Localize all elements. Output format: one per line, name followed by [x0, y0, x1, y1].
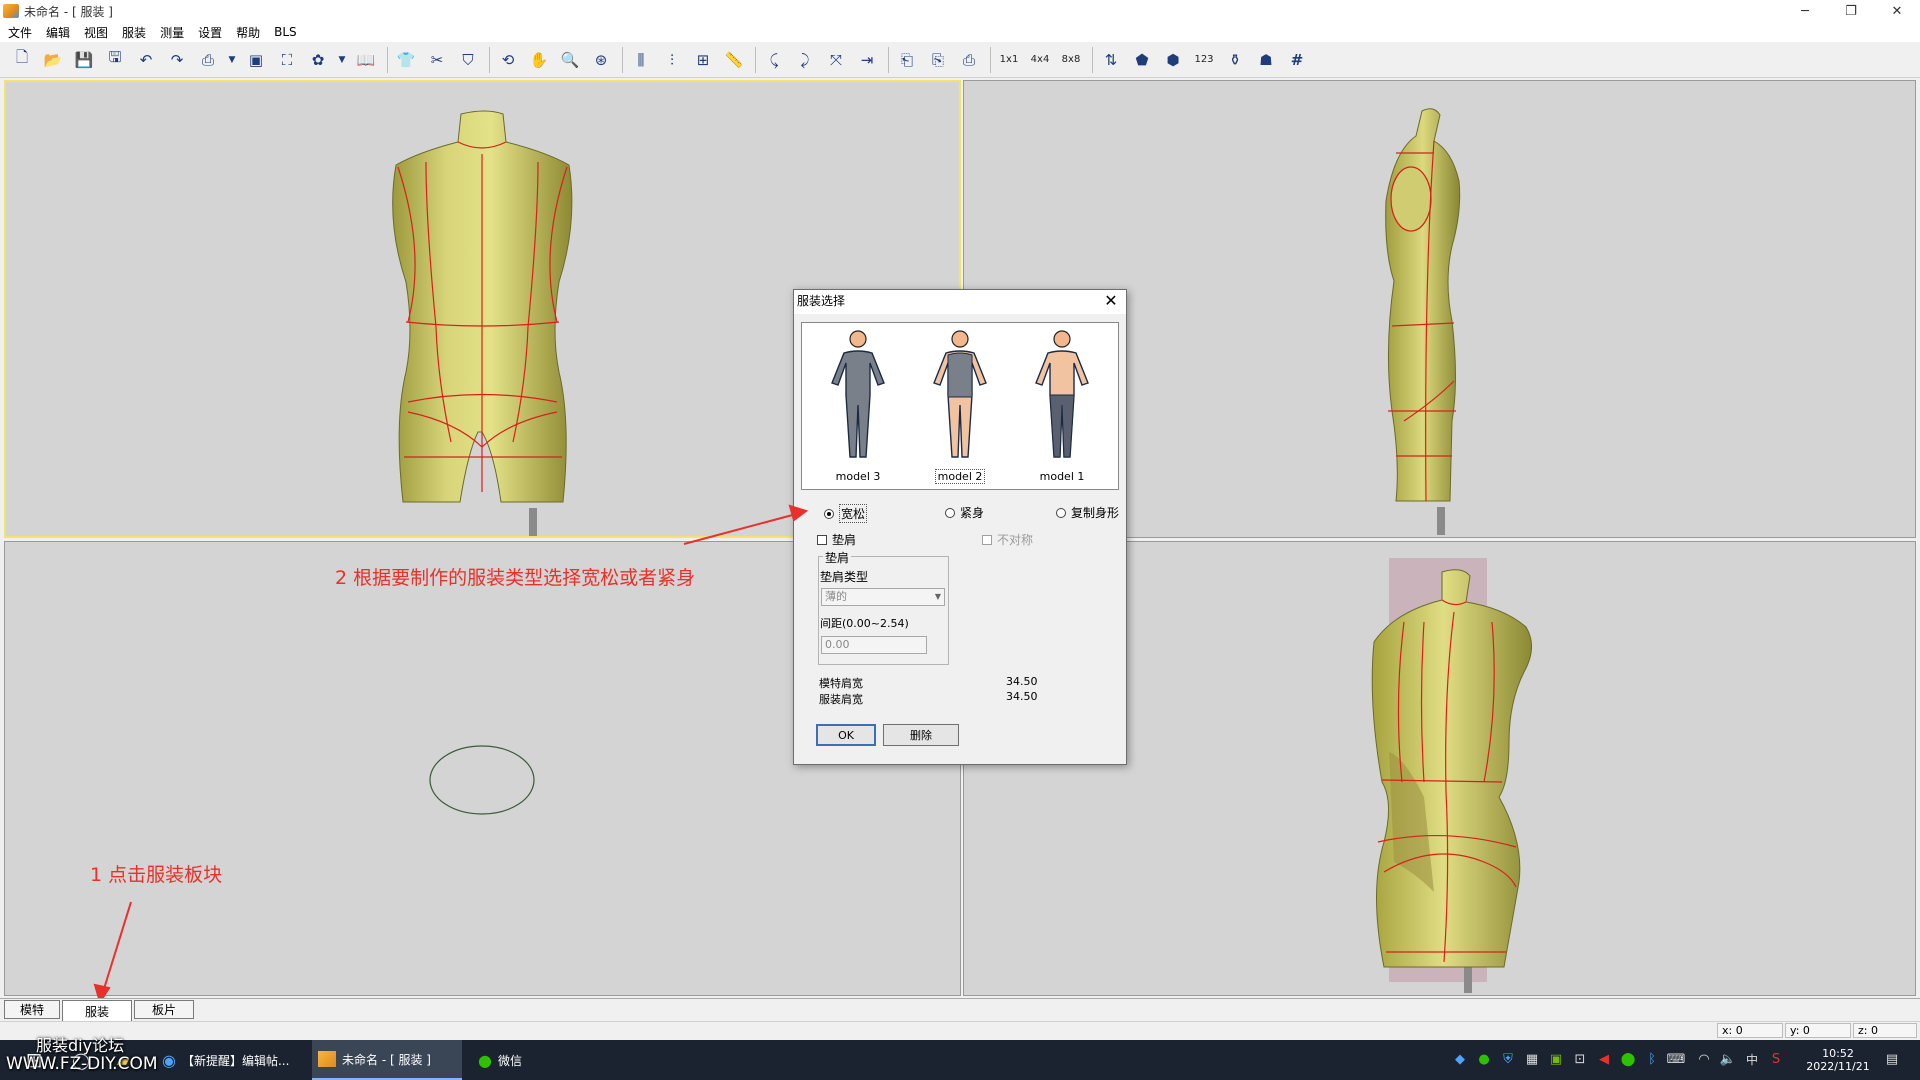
status-y: y: 0: [1785, 1023, 1851, 1038]
taskbar-item-label: 【新提醒】编辑帖...: [181, 1053, 290, 1068]
tab-garment[interactable]: 服装: [62, 1000, 132, 1021]
wechat-icon: ●: [478, 1050, 492, 1070]
status-z: z: 0: [1853, 1023, 1917, 1038]
annotation-step1: 1 点击服装板块: [90, 864, 223, 886]
shield-icon[interactable]: ⛨: [1500, 1051, 1516, 1067]
taskbar-item-browser[interactable]: ◉ 【新提醒】编辑帖...: [156, 1040, 306, 1080]
keyboard-icon[interactable]: ⌨: [1667, 1051, 1686, 1067]
tab-model[interactable]: 模特: [4, 1000, 60, 1019]
ime-indicator[interactable]: 中: [1744, 1051, 1760, 1067]
cloud-icon[interactable]: ◆: [1452, 1051, 1468, 1067]
clock-date: 2022/11/21: [1806, 1060, 1870, 1073]
wechat-tray-icon[interactable]: ●: [1476, 1051, 1492, 1067]
notification-icon[interactable]: ▤: [1884, 1051, 1900, 1067]
arrow-head-step2: [788, 504, 809, 522]
status-bar: x: 0 y: 0 z: 0: [0, 1021, 1920, 1039]
watermark-line2: WWW.FZ-DIY.COM: [6, 1054, 158, 1074]
volume-mute-icon[interactable]: ◀: [1596, 1051, 1612, 1067]
browser-icon: ◉: [162, 1050, 176, 1070]
network-icon[interactable]: ▦: [1524, 1051, 1540, 1067]
clock-time: 10:52: [1822, 1047, 1854, 1060]
speaker-icon[interactable]: 🔈: [1720, 1051, 1736, 1067]
arrow-line-step1: [102, 901, 132, 993]
taskbar-item-label: 未命名 - [ 服装 ]: [342, 1052, 431, 1067]
taskbar-item-app[interactable]: 未命名 - [ 服装 ]: [312, 1040, 462, 1080]
bluetooth-icon[interactable]: ᛒ: [1644, 1051, 1660, 1067]
arrow-line-step2: [683, 512, 801, 545]
nvidia-icon[interactable]: ▣: [1548, 1051, 1564, 1067]
tab-pattern-pieces[interactable]: 板片: [134, 1000, 194, 1019]
taskbar-item-wechat[interactable]: ● 微信: [472, 1040, 622, 1080]
annotation-arrows: [93, 504, 809, 1005]
app-window: 未命名 - [ 服装 ] ─ ❐ ✕ 文件 编辑 视图 服装 测量 设置 帮助 …: [0, 0, 1920, 1080]
status-x: x: 0: [1717, 1023, 1783, 1038]
tab-bar: 模特 服装 板片: [0, 998, 1920, 1021]
clock[interactable]: 10:52 2022/11/21: [1796, 1040, 1880, 1080]
media-icon[interactable]: ⊡: [1572, 1051, 1588, 1067]
security-icon[interactable]: ⬤: [1620, 1051, 1636, 1067]
taskbar-item-label: 微信: [497, 1053, 522, 1068]
sogou-icon[interactable]: S: [1768, 1051, 1784, 1067]
wifi-icon[interactable]: ◠: [1696, 1051, 1712, 1067]
taskbar: ⊞ ◯ ▰ ◉ 【新提醒】编辑帖... 未命名 - [ 服装 ] ● 微信 ◆ …: [0, 1040, 1920, 1080]
app-taskbar-icon: [318, 1051, 336, 1067]
watermark-line1: 服装diy论坛: [36, 1036, 125, 1055]
annotation-step2: 2 根据要制作的服装类型选择宽松或者紧身: [335, 567, 696, 589]
